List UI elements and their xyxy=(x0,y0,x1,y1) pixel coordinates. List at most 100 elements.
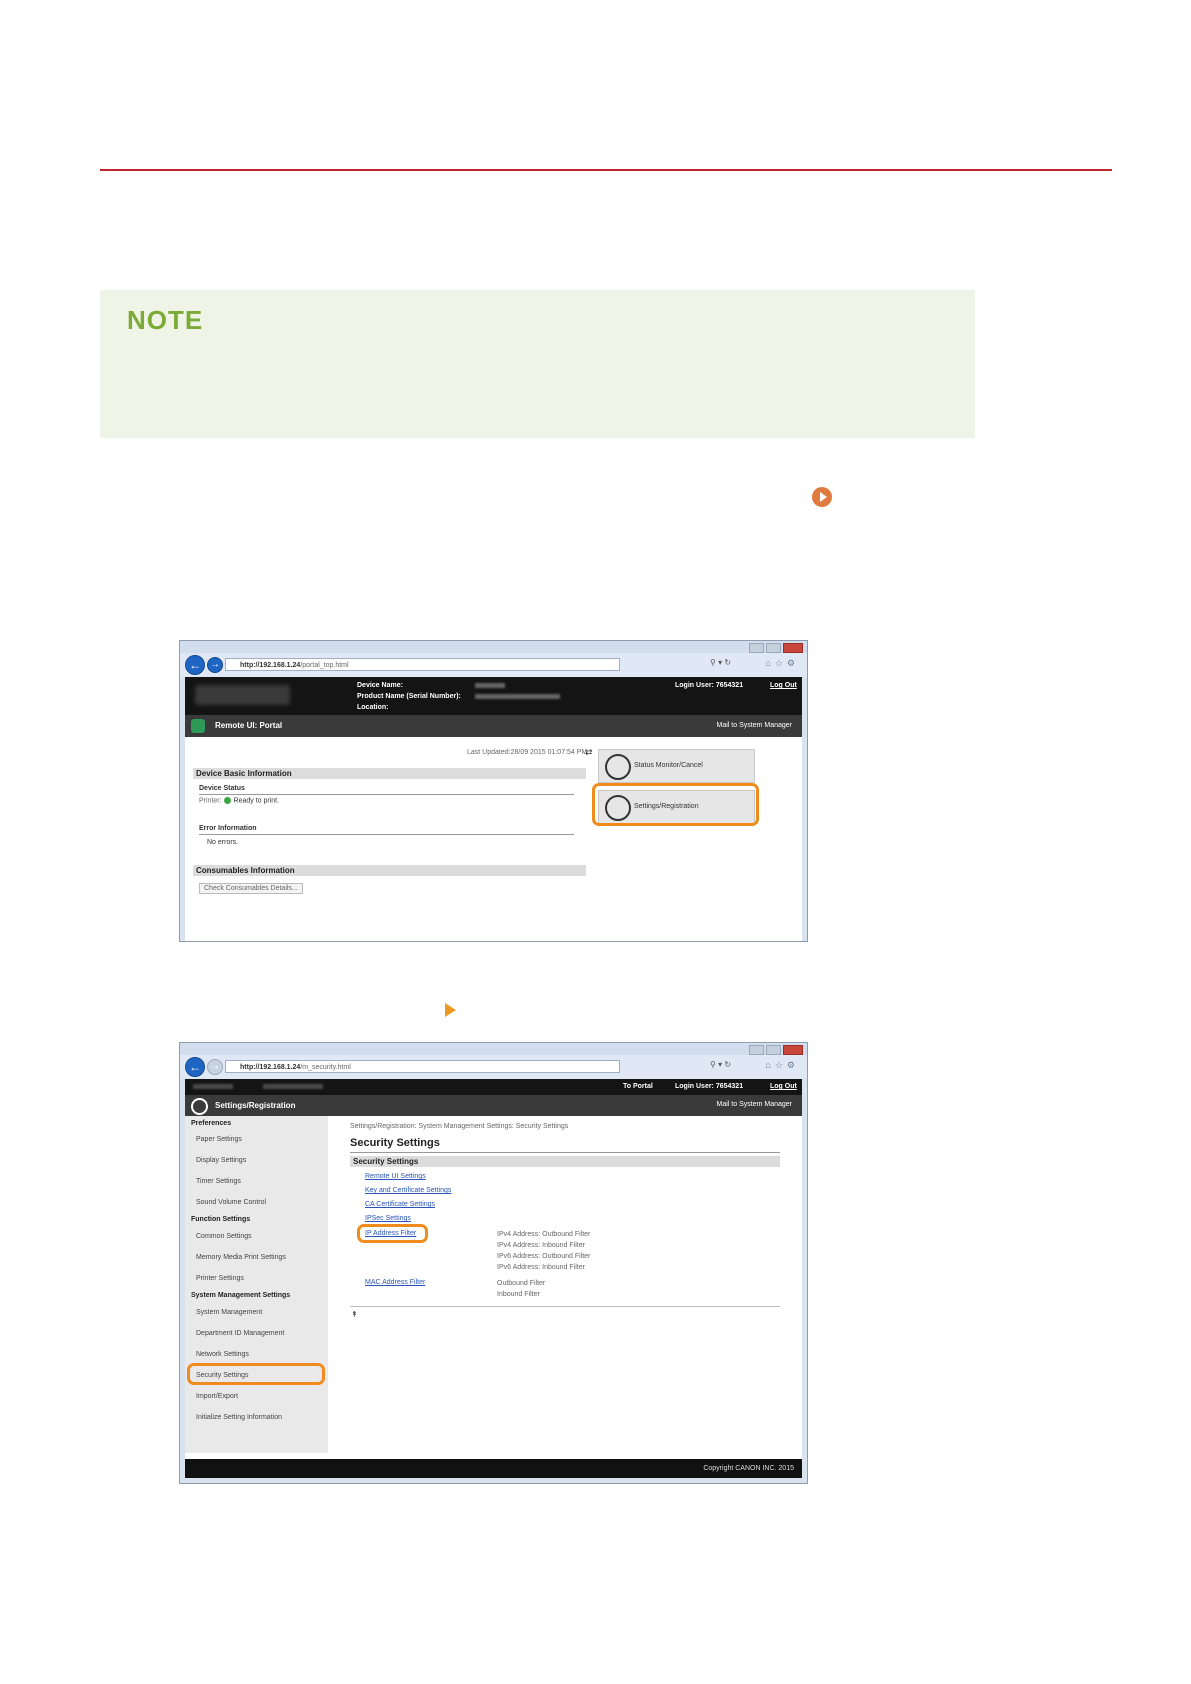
page-top-icon[interactable]: ↟ xyxy=(351,1310,358,1319)
portal-content: Device Name: Product Name (Serial Number… xyxy=(185,677,802,941)
sidebar-item-printer-settings[interactable]: Printer Settings xyxy=(196,1275,244,1282)
home-icon[interactable]: ⌂☆⚙ xyxy=(765,658,799,669)
divider xyxy=(199,834,574,835)
sidebar-heading-function: Function Settings xyxy=(191,1216,251,1223)
sidebar-item-system-management[interactable]: System Management xyxy=(196,1309,262,1316)
ca-certificate-link[interactable]: CA Certificate Settings xyxy=(365,1201,435,1208)
login-user: Login User: 7654321 xyxy=(675,682,744,689)
portal-screenshot: ← → http://192.168.1.24/portal_top.html … xyxy=(179,640,808,942)
section-header: Security Settings xyxy=(350,1156,780,1167)
security-content: To Portal Login User: 7654321 Log Out Se… xyxy=(185,1079,802,1478)
ipv6-outbound-text: IPv6 Address: Outbound Filter xyxy=(497,1253,591,1260)
to-portal-link[interactable]: To Portal xyxy=(623,1083,653,1090)
product-name-label: Product Name (Serial Number): xyxy=(357,693,461,700)
sidebar-item-sound-volume[interactable]: Sound Volume Control xyxy=(196,1199,266,1206)
remote-ui-settings-link[interactable]: Remote UI Settings xyxy=(365,1173,426,1180)
section-divider xyxy=(100,169,1112,171)
security-settings-screenshot: ← → http://192.168.1.24/m_security.html … xyxy=(179,1042,808,1484)
sidebar-item-paper-settings[interactable]: Paper Settings xyxy=(196,1136,242,1143)
product-name-value xyxy=(475,694,560,699)
sidebar-item-network-settings[interactable]: Network Settings xyxy=(196,1351,249,1358)
breadcrumb: Settings/Registration: System Management… xyxy=(350,1123,569,1130)
device-basic-info-header: Device Basic Information xyxy=(193,768,586,779)
window-titlebar xyxy=(180,641,807,653)
device-name-label: Device Name: xyxy=(357,682,403,689)
sidebar-item-display-settings[interactable]: Display Settings xyxy=(196,1157,246,1164)
sidebar-item-common-settings[interactable]: Common Settings xyxy=(196,1233,252,1240)
sidebar-item-initialize[interactable]: Initialize Setting Information xyxy=(196,1414,282,1421)
ipv4-outbound-text: IPv4 Address: Outbound Filter xyxy=(497,1231,591,1238)
page-title: Security Settings xyxy=(350,1137,440,1149)
note-title: NOTE xyxy=(127,305,204,335)
minimize-icon[interactable] xyxy=(749,1045,764,1055)
device-status-label: Device Status xyxy=(199,785,245,792)
settings-title: Settings/Registration xyxy=(215,1101,296,1110)
logout-link[interactable]: Log Out xyxy=(770,1083,797,1090)
login-user: Login User: 7654321 xyxy=(675,1083,744,1090)
mac-inbound-text: Inbound Filter xyxy=(497,1291,540,1298)
footer-copyright: Copyright CANON INC. 2015 xyxy=(185,1459,802,1478)
portal-bar: Remote UI: Portal Mail to System Manager xyxy=(185,715,802,737)
sidebar: Preferences Paper Settings Display Setti… xyxy=(185,1116,328,1453)
sidebar-item-memory-media-print[interactable]: Memory Media Print Settings xyxy=(196,1254,286,1261)
sidebar-heading-system: System Management Settings xyxy=(191,1292,291,1299)
maximize-icon[interactable] xyxy=(766,1045,781,1055)
link-arrow-icon[interactable] xyxy=(812,487,832,507)
settings-highlight xyxy=(592,783,759,826)
url-field[interactable]: http://192.168.1.24/m_security.html xyxy=(225,1060,620,1073)
key-certificate-link[interactable]: Key and Certificate Settings xyxy=(365,1187,451,1194)
consumables-header: Consumables Information xyxy=(193,865,586,876)
address-bar: ← → http://192.168.1.24/m_security.html … xyxy=(180,1055,807,1079)
mac-outbound-text: Outbound Filter xyxy=(497,1280,546,1287)
security-settings-highlight xyxy=(187,1363,325,1385)
mac-address-filter-link[interactable]: MAC Address Filter xyxy=(365,1279,425,1286)
address-bar: ← → http://192.168.1.24/portal_top.html … xyxy=(180,653,807,677)
window-titlebar xyxy=(180,1043,807,1055)
back-icon[interactable]: ← xyxy=(185,1057,205,1077)
canon-logo xyxy=(195,685,290,705)
error-info-label: Error Information xyxy=(199,825,257,832)
refresh-icon[interactable]: ⇄ xyxy=(585,747,593,758)
close-icon[interactable] xyxy=(783,643,803,653)
sidebar-heading-preferences: Preferences xyxy=(191,1120,232,1127)
printer-status: Printer: Ready to print. xyxy=(199,797,280,805)
status-monitor-button[interactable]: Status Monitor/Cancel xyxy=(598,749,755,783)
device-info-blurred xyxy=(193,1084,233,1089)
fade-overlay xyxy=(185,896,802,941)
status-monitor-label: Status Monitor/Cancel xyxy=(634,762,703,769)
ipsec-settings-link[interactable]: IPSec Settings xyxy=(365,1215,411,1222)
url-field[interactable]: http://192.168.1.24/portal_top.html xyxy=(225,658,620,671)
sidebar-item-timer-settings[interactable]: Timer Settings xyxy=(196,1178,241,1185)
location-label: Location: xyxy=(357,704,389,711)
step-arrow-icon xyxy=(445,1003,456,1017)
divider xyxy=(199,794,574,795)
device-name-value xyxy=(475,683,505,688)
home-icon[interactable]: ⌂☆⚙ xyxy=(765,1060,799,1071)
ipv4-inbound-text: IPv4 Address: Inbound Filter xyxy=(497,1242,585,1249)
sidebar-item-import-export[interactable]: Import/Export xyxy=(196,1393,238,1400)
divider xyxy=(350,1152,780,1153)
note-box xyxy=(100,290,975,438)
search-icon[interactable]: ⚲ ▾ ↻ xyxy=(710,1060,731,1069)
forward-icon[interactable]: → xyxy=(207,657,223,673)
search-icon[interactable]: ⚲ ▾ ↻ xyxy=(710,658,731,667)
forward-icon[interactable]: → xyxy=(207,1059,223,1075)
device-info-blurred xyxy=(263,1084,323,1089)
mail-link[interactable]: Mail to System Manager xyxy=(717,1101,792,1108)
close-icon[interactable] xyxy=(783,1045,803,1055)
logout-link[interactable]: Log Out xyxy=(770,682,797,689)
portal-title: Remote UI: Portal xyxy=(215,721,283,730)
minimize-icon[interactable] xyxy=(749,643,764,653)
maximize-icon[interactable] xyxy=(766,643,781,653)
sidebar-item-department-id[interactable]: Department ID Management xyxy=(196,1330,284,1337)
no-errors-text: No errors. xyxy=(207,839,239,846)
ip-filter-highlight xyxy=(357,1224,428,1243)
back-icon[interactable]: ← xyxy=(185,655,205,675)
divider xyxy=(350,1306,780,1307)
top-header: To Portal Login User: 7654321 Log Out xyxy=(185,1079,802,1095)
eye-icon xyxy=(605,754,631,780)
mail-link[interactable]: Mail to System Manager xyxy=(717,722,792,729)
ready-indicator xyxy=(223,797,231,804)
check-consumables-button[interactable]: Check Consumables Details... xyxy=(199,883,303,894)
device-header: Device Name: Product Name (Serial Number… xyxy=(185,677,802,715)
